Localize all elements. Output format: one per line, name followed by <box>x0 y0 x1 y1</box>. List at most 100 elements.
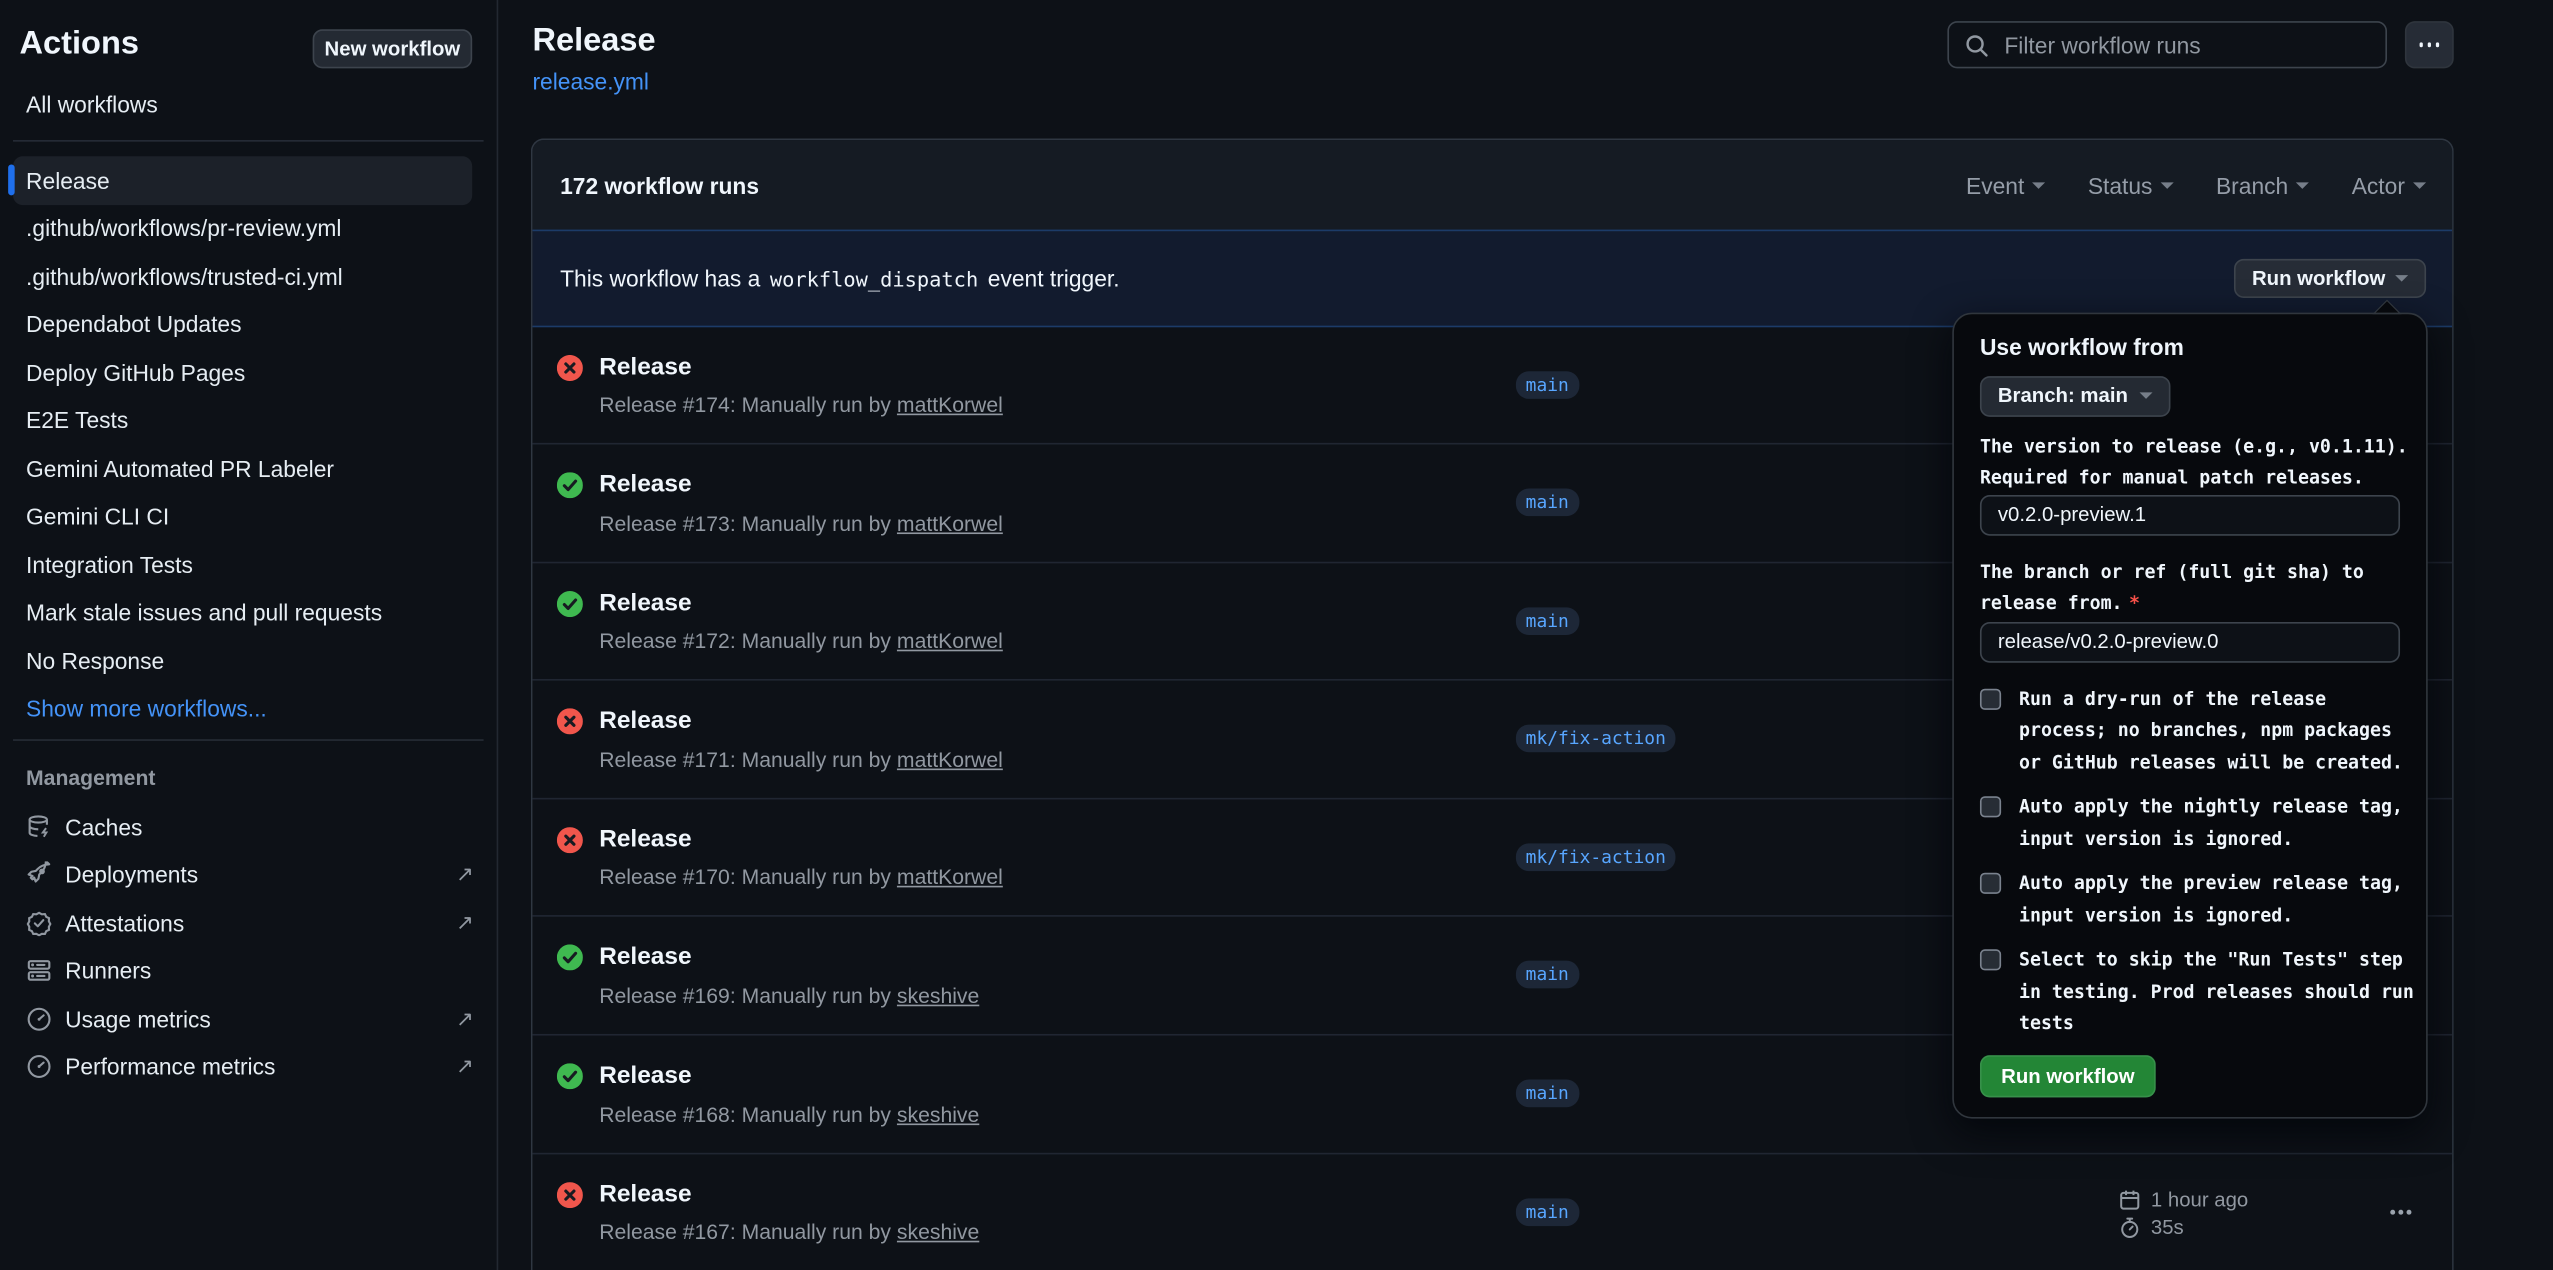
version-label: The version to release (e.g., v0.1.11). … <box>1980 431 2408 493</box>
runs-filter-actor[interactable]: Actor <box>2352 172 2426 198</box>
sidebar-item-label: Deploy GitHub Pages <box>26 359 245 385</box>
sidebar-item-runners[interactable]: Runners <box>0 947 497 995</box>
workflow-list: Release .github/workflows/pr-review.yml … <box>0 156 497 732</box>
sidebar-item-label: Dependabot Updates <box>26 311 241 337</box>
sidebar-item-dependabot-updates[interactable]: Dependabot Updates <box>13 300 472 348</box>
run-title[interactable]: Release <box>599 351 691 382</box>
filter-label: Event <box>1966 172 2024 198</box>
filter-workflow-runs-input[interactable] <box>2001 30 2349 59</box>
new-workflow-button[interactable]: New workflow <box>313 29 473 68</box>
run-title[interactable]: Release <box>599 942 691 973</box>
verified-icon <box>26 910 52 936</box>
run-title[interactable]: Release <box>599 705 691 736</box>
run-time: 1 hour ago <box>2151 1188 2248 1211</box>
actor-link[interactable]: mattKorwel <box>897 392 1003 416</box>
show-more-workflows-link[interactable]: Show more workflows... <box>13 685 472 733</box>
actor-link[interactable]: mattKorwel <box>897 511 1003 535</box>
management-item-label: Caches <box>65 814 142 840</box>
meter-icon <box>26 1006 52 1032</box>
sidebar-title: Actions <box>20 26 139 63</box>
actor-link[interactable]: mattKorwel <box>897 747 1003 771</box>
run-description: Release #174: Manually run by mattKorwel <box>599 392 1003 418</box>
panel-checkbox-row: Run a dry-run of the release process; no… <box>1980 683 2414 778</box>
branch-badge[interactable]: main <box>1516 1198 1579 1226</box>
branch-badge[interactable]: main <box>1516 607 1579 635</box>
sidebar-item-usage-metrics[interactable]: Usage metrics ↗ <box>0 995 497 1043</box>
success-icon <box>557 591 583 617</box>
calendar-icon <box>2118 1188 2141 1211</box>
checkbox-label: Select to skip the "Run Tests" step in t… <box>2019 944 2414 1039</box>
actor-link[interactable]: skeshive <box>897 1102 979 1126</box>
sidebar-item-gemini-cli-ci[interactable]: Gemini CLI CI <box>13 493 472 541</box>
page-kebab-button[interactable] <box>2405 21 2454 68</box>
workflow-file-link[interactable]: release.yml <box>532 68 649 94</box>
sidebar-item-github-workflows-trusted-ci-yml[interactable]: .github/workflows/trusted-ci.yml <box>13 252 472 300</box>
sidebar-item-e2e-tests[interactable]: E2E Tests <box>13 396 472 444</box>
sidebar-item-deploy-github-pages[interactable]: Deploy GitHub Pages <box>13 348 472 396</box>
run-title[interactable]: Release <box>599 824 691 855</box>
workflow-run-row[interactable]: Release Release #167: Manually run by sk… <box>532 1154 2452 1270</box>
checkbox-label: Run a dry-run of the release process; no… <box>2019 683 2403 778</box>
checkbox[interactable] <box>1980 796 2001 817</box>
runs-filter-branch[interactable]: Branch <box>2216 172 2309 198</box>
run-duration: 35s <box>2151 1216 2184 1239</box>
branch-badge[interactable]: main <box>1516 961 1579 989</box>
branch-badge[interactable]: mk/fix-action <box>1516 843 1676 871</box>
sidebar-item-label: E2E Tests <box>26 407 128 433</box>
row-kebab-button[interactable] <box>2390 1201 2426 1224</box>
management-item-label: Attestations <box>65 910 184 936</box>
run-description: Release #167: Manually run by skeshive <box>599 1220 979 1246</box>
runs-count: 172 workflow runs <box>560 172 759 198</box>
run-workflow-submit-button[interactable]: Run workflow <box>1980 1054 2156 1096</box>
actor-link[interactable]: skeshive <box>897 983 979 1007</box>
runs-filter-event[interactable]: Event <box>1966 172 2045 198</box>
sidebar-item-integration-tests[interactable]: Integration Tests <box>13 541 472 589</box>
external-link-icon: ↗ <box>456 910 474 936</box>
management-list: Caches Deployments ↗ Attestations ↗ Runn… <box>0 803 497 1091</box>
run-title[interactable]: Release <box>599 1178 691 1209</box>
panel-checkbox-row: Auto apply the nightly release tag, inpu… <box>1980 791 2414 855</box>
sidebar-item-attestations[interactable]: Attestations ↗ <box>0 899 497 947</box>
sidebar-item-github-workflows-pr-review-yml[interactable]: .github/workflows/pr-review.yml <box>13 204 472 252</box>
actor-link[interactable]: mattKorwel <box>897 629 1003 653</box>
sidebar-item-no-response[interactable]: No Response <box>13 637 472 685</box>
run-description: Release #172: Manually run by mattKorwel <box>599 629 1003 655</box>
sidebar-item-performance-metrics[interactable]: Performance metrics ↗ <box>0 1043 497 1091</box>
sidebar-item-release[interactable]: Release <box>13 156 472 204</box>
run-workflow-dropdown-button[interactable]: Run workflow <box>2234 258 2426 298</box>
chevron-down-icon <box>2296 182 2309 189</box>
sidebar-item-caches[interactable]: Caches <box>0 803 497 851</box>
sidebar-item-deployments[interactable]: Deployments ↗ <box>0 851 497 899</box>
branch-selector-button[interactable]: Branch: main <box>1980 375 2170 416</box>
sidebar-item-mark-stale-issues-and-pull-requests[interactable]: Mark stale issues and pull requests <box>13 589 472 637</box>
ref-input[interactable] <box>1980 621 2400 662</box>
branch-badge[interactable]: main <box>1516 489 1579 517</box>
external-link-icon: ↗ <box>456 1006 474 1032</box>
sidebar-item-gemini-automated-pr-labeler[interactable]: Gemini Automated PR Labeler <box>13 445 472 493</box>
sidebar-item-all-workflows[interactable]: All workflows <box>26 91 158 117</box>
checkbox-label: Auto apply the preview release tag, inpu… <box>2019 868 2403 932</box>
branch-badge[interactable]: mk/fix-action <box>1516 725 1676 753</box>
panel-checkbox-row: Auto apply the preview release tag, inpu… <box>1980 868 2414 932</box>
branch-badge[interactable]: main <box>1516 370 1579 398</box>
run-title[interactable]: Release <box>599 1060 691 1091</box>
version-input[interactable] <box>1980 494 2400 535</box>
actor-link[interactable]: skeshive <box>897 1220 979 1244</box>
sidebar-item-label: Release <box>26 167 110 193</box>
branch-badge[interactable]: main <box>1516 1080 1579 1108</box>
actor-link[interactable]: mattKorwel <box>897 865 1003 889</box>
checkbox[interactable] <box>1980 873 2001 894</box>
checkbox[interactable] <box>1980 949 2001 970</box>
run-title[interactable]: Release <box>599 469 691 500</box>
required-asterisk: * <box>2129 592 2140 613</box>
rocket-icon <box>26 862 52 888</box>
management-item-label: Usage metrics <box>65 1006 211 1032</box>
runs-filter-status[interactable]: Status <box>2088 172 2174 198</box>
search-icon <box>1964 32 1990 58</box>
run-meta: 1 hour ago 35s <box>2118 1188 2248 1238</box>
sidebar: Actions New workflow All workflows Relea… <box>0 0 498 1270</box>
checkbox[interactable] <box>1980 688 2001 709</box>
run-title[interactable]: Release <box>599 587 691 618</box>
sidebar-item-label: Gemini Automated PR Labeler <box>26 456 334 482</box>
external-link-icon: ↗ <box>456 862 474 888</box>
